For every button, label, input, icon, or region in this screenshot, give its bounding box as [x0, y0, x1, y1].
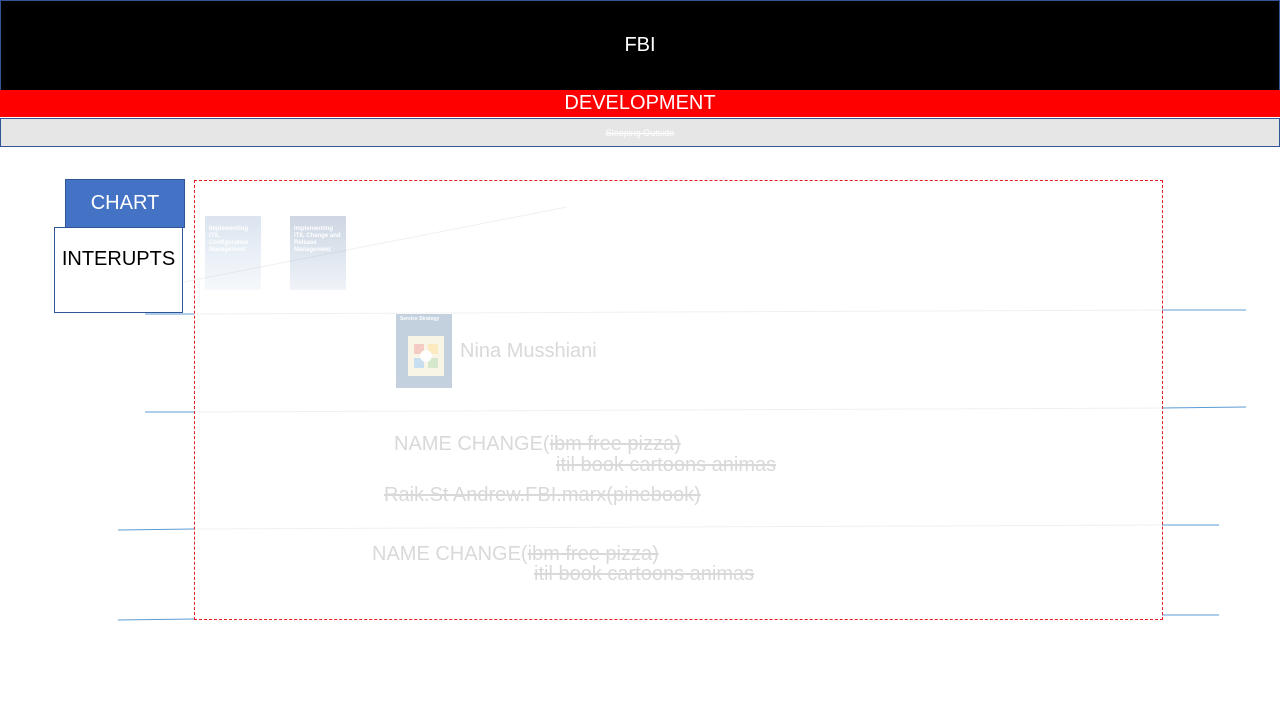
book-cover-icon: Implementing ITIL Configuration Manageme… — [205, 216, 261, 290]
book-art-icon — [408, 336, 444, 376]
interrupts-label: INTERUPTS — [61, 248, 176, 270]
entry-sub: itil book cartoons animas — [556, 454, 777, 476]
entry-name-change: NAME CHANGE(ibm free pizza) — [394, 433, 681, 456]
entry-path: Raik.St Andrew.FBI.marx(pinebook) — [384, 484, 701, 506]
interrupts-button[interactable]: INTERUPTS — [54, 227, 183, 313]
left-connector — [117, 618, 195, 621]
book-title: Implementing ITIL Configuration Manageme… — [209, 226, 249, 253]
book-cover-icon: Implementing ITIL Change and Release Man… — [290, 216, 346, 290]
chart-button[interactable]: CHART — [65, 179, 185, 228]
entry-lead: NAME CHANGE( — [372, 543, 528, 565]
slide: FBI DEVELOPMENT Sleeping Outside CHART I… — [0, 0, 1280, 720]
entry-struck: ibm free pizza) — [527, 543, 659, 565]
book-title: Service Strategy — [400, 316, 440, 322]
book-cover-icon: Service Strategy — [396, 314, 452, 388]
chart-button-label: CHART — [90, 192, 160, 214]
entry-lead: NAME CHANGE( — [394, 433, 550, 455]
person-name: Nina Musshiani — [460, 340, 597, 362]
book-title: Implementing ITIL Change and Release Man… — [294, 226, 341, 253]
right-connector — [1161, 406, 1247, 409]
left-connector — [117, 528, 195, 531]
entry-struck: ibm free pizza) — [549, 433, 681, 455]
entry-sub: itil book cartoons animas — [534, 563, 755, 585]
